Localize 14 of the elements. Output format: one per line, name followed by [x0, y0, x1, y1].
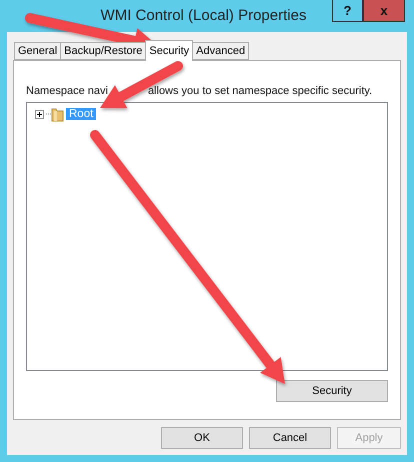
close-button[interactable]: x	[363, 0, 405, 22]
dialog-button[interactable]: Cancel	[249, 427, 331, 449]
folder-icon	[46, 106, 64, 122]
tab[interactable]: Backup/Restore	[60, 42, 146, 60]
tab[interactable]: Security	[145, 40, 194, 61]
security-button[interactable]: Security	[276, 380, 388, 402]
expand-icon[interactable]	[35, 110, 44, 118]
window-title: WMI Control (Local) Properties	[100, 7, 306, 24]
description-text: Namespace navi	[26, 85, 108, 97]
dialog-button[interactable]: OK	[161, 427, 243, 449]
tab[interactable]: Advanced	[192, 42, 250, 60]
help-button[interactable]: ?	[332, 0, 363, 22]
tab[interactable]: General	[14, 42, 62, 60]
description-text: allows you to set namespace specific security.	[148, 85, 372, 97]
